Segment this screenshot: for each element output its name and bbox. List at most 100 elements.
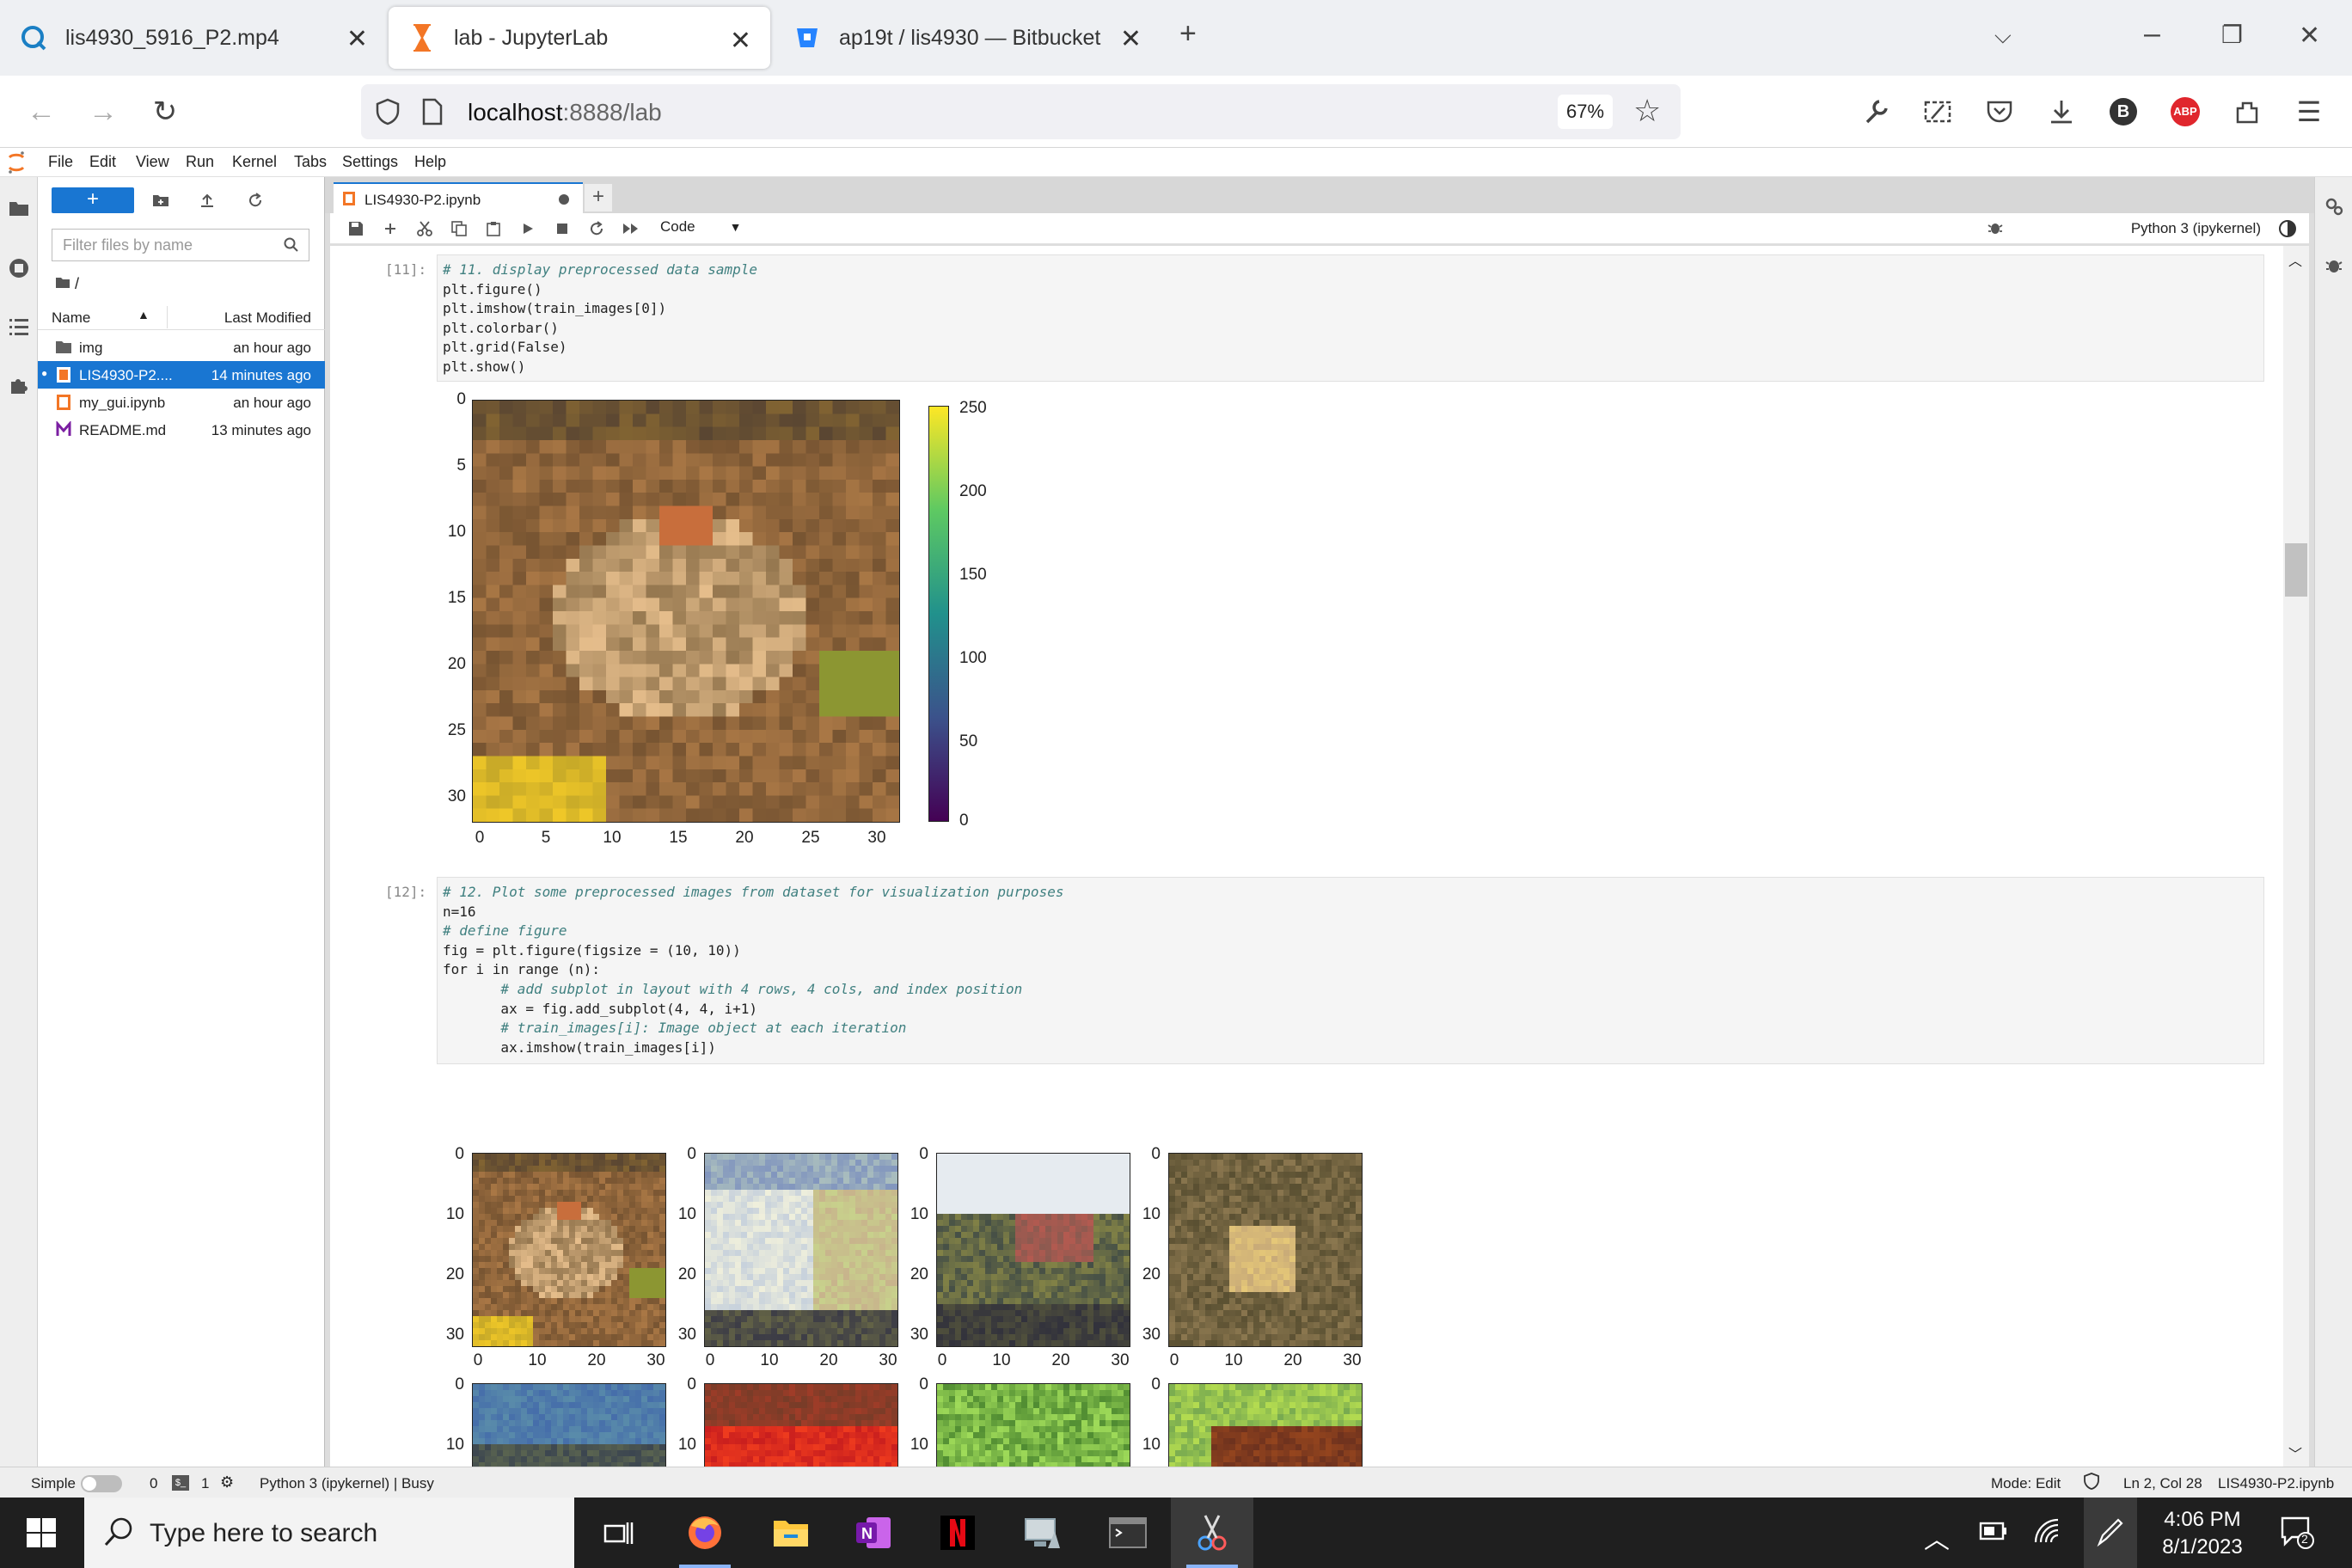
restart-run-all-icon[interactable] [621,218,641,239]
interrupt-kernel-icon[interactable] [552,218,573,239]
new-launcher-button[interactable]: + [52,187,134,213]
pocket-icon[interactable] [1977,89,2022,134]
save-icon[interactable] [346,218,366,239]
insert-cell-icon[interactable] [380,218,401,239]
back-icon[interactable]: ← [19,89,64,134]
column-last-modified[interactable]: Last Modified [224,309,311,327]
filter-files-input[interactable]: Filter files by name [52,229,309,261]
menu-settings[interactable]: Settings [342,153,398,171]
run-cell-icon[interactable] [518,218,538,239]
firefox-taskbar-icon[interactable] [664,1498,746,1568]
kernel-name[interactable]: Python 3 (ipykernel) [2131,220,2261,237]
cut-icon[interactable] [414,218,435,239]
taskbar-search-box[interactable]: Type here to search [84,1498,574,1568]
code-cell-11[interactable]: # 11. display preprocessed data sample pl… [437,254,2264,382]
hamburger-menu-icon[interactable]: ☰ [2287,89,2331,134]
scroll-up-icon[interactable]: ︿ [2288,249,2302,270]
menu-view[interactable]: View [136,153,169,171]
minimize-icon[interactable]: – [2144,17,2160,51]
extensions-icon[interactable] [2225,89,2269,134]
menu-tabs[interactable]: Tabs [294,153,327,171]
menu-help[interactable]: Help [414,153,446,171]
scroll-down-icon[interactable]: ﹀ [2288,1442,2302,1463]
folder-icon[interactable] [7,196,31,220]
upload-icon[interactable] [196,189,218,211]
menu-file[interactable]: File [48,153,73,171]
notification-center-icon[interactable]: 2 [2280,1515,2314,1553]
close-icon[interactable]: ✕ [730,26,751,56]
unsaved-dot-icon[interactable] [559,194,569,205]
file-row-my-gui[interactable]: my_gui.ipynb an hour ago [38,389,325,416]
browser-tab-jupyterlab[interactable]: lab - JupyterLab ✕ [389,7,770,69]
column-name[interactable]: Name [52,309,90,327]
new-tab-icon[interactable]: + [1179,17,1197,51]
cursor-position[interactable]: Ln 2, Col 28 [2123,1475,2202,1492]
adblock-icon[interactable]: ABP [2163,89,2208,134]
task-view-icon[interactable] [578,1498,660,1568]
menu-edit[interactable]: Edit [89,153,116,171]
debugger-bug-icon[interactable] [1988,220,2003,240]
cell-type-select[interactable]: Code ▼ [660,218,742,236]
terminal-app-icon[interactable] [1087,1498,1169,1568]
menu-kernel[interactable]: Kernel [232,153,277,171]
system-clock[interactable]: 4:06 PM 8/1/2023 [2159,1506,2245,1561]
file-row-img[interactable]: img an hour ago [38,334,325,361]
file-row-lis4930-notebook[interactable]: ● LIS4930-P2.... 14 minutes ago [38,361,325,389]
breadcrumb-root[interactable]: / [75,275,79,292]
axes-frame [472,1383,666,1467]
restore-icon[interactable]: ❐ [2221,21,2243,49]
screenshot-icon[interactable] [1915,89,1960,134]
breadcrumb[interactable]: / [55,275,79,293]
running-kernels-icon[interactable] [7,256,31,280]
add-tab-icon[interactable]: + [585,184,612,211]
terminal-icon[interactable]: $_ [172,1475,189,1491]
url-bar[interactable]: localhost:8888/lab 67% ☆ [361,84,1681,139]
bookmark-star-icon[interactable]: ☆ [1633,93,1661,129]
browser-tab-video[interactable]: lis4930_5916_P2.mp4 ✕ [0,0,387,76]
scrollbar-thumb[interactable] [2285,543,2307,597]
sort-ascending-icon[interactable]: ▲ [138,308,150,322]
close-icon[interactable]: ✕ [1120,24,1142,54]
tab-lis4930-notebook[interactable]: LIS4930-P2.ipynb [334,182,583,213]
tab-list-chevron-icon[interactable]: ⌵ [1994,22,2012,50]
netflix-icon[interactable] [916,1498,999,1568]
zoom-level[interactable]: 67% [1558,95,1613,129]
file-explorer-icon[interactable] [750,1498,832,1568]
tray-chevron-up-icon[interactable]: ︿ [1924,1518,1950,1556]
table-of-contents-icon[interactable] [7,315,31,339]
property-inspector-icon[interactable] [2324,196,2344,221]
vertical-scrollbar[interactable]: ︿ ﹀ [2283,246,2309,1467]
profile-avatar[interactable]: B [2101,89,2146,134]
onenote-icon[interactable]: N [832,1498,915,1568]
wrench-icon[interactable] [1853,89,1898,134]
windows-start-icon[interactable] [0,1498,83,1568]
battery-icon[interactable] [1979,1518,2008,1548]
reload-icon[interactable]: ↻ [143,89,187,134]
debugger-bug-icon[interactable] [2325,256,2343,279]
paste-icon[interactable] [483,218,504,239]
pen-icon[interactable] [2084,1498,2137,1568]
menu-run[interactable]: Run [186,153,214,171]
terminal-count[interactable]: 0 [150,1475,157,1492]
kernel-gear-icon[interactable]: ⚙ [220,1473,234,1491]
extensions-puzzle-icon[interactable] [7,373,31,397]
forward-icon[interactable]: → [81,89,126,134]
window-close-icon[interactable]: ✕ [2299,21,2320,51]
restart-kernel-icon[interactable] [586,218,607,239]
file-row-readme[interactable]: README.md 13 minutes ago [38,416,325,444]
shield-icon[interactable] [375,98,401,130]
refresh-icon[interactable] [244,189,266,211]
copy-icon[interactable] [449,218,469,239]
wifi-icon[interactable] [2032,1516,2063,1550]
code-cell-12[interactable]: # 12. Plot some preprocessed images from… [437,877,2264,1064]
simple-mode-toggle[interactable] [81,1475,122,1492]
kernel-state[interactable]: Python 3 (ipykernel) | Busy [260,1475,434,1492]
kernel-count[interactable]: 1 [201,1475,209,1492]
network-app-icon[interactable] [1001,1498,1083,1568]
browser-tab-bitbucket[interactable]: ap19t / lis4930 — Bitbucket ✕ [774,0,1161,76]
close-icon[interactable]: ✕ [346,24,368,54]
new-folder-icon[interactable] [150,189,172,211]
url-text[interactable]: localhost:8888/lab [468,99,662,126]
download-icon[interactable] [2039,89,2084,134]
snipping-tool-icon[interactable] [1171,1498,1253,1568]
